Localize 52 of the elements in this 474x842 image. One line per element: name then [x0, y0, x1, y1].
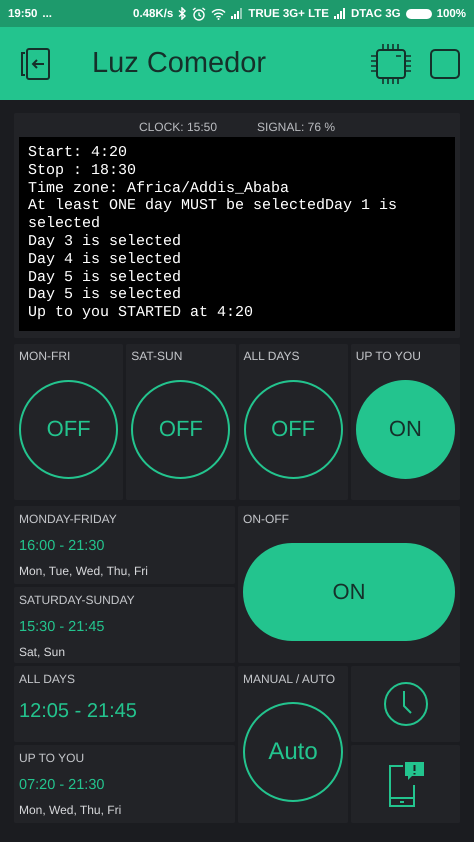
time-range[interactable]: 15:30 - 21:45 [19, 619, 230, 635]
alarm-icon [192, 6, 206, 20]
status-dots: ... [42, 8, 52, 20]
power-button[interactable]: ON [243, 542, 455, 640]
widget-label: ON-OFF [243, 512, 290, 526]
clock-reading: CLOCK: 15:50 [138, 120, 217, 134]
terminal-line: Up to you STARTED at 4:20 [28, 304, 254, 322]
signal-icon [231, 8, 244, 19]
carrier-name: TRUE 3G+ LTE [248, 8, 329, 20]
wifi-icon [211, 8, 226, 20]
terminal-line: Stop : 18:30 [28, 162, 138, 180]
weekdays: Mon, Wed, Thu, Fri [19, 803, 122, 817]
stop-icon[interactable] [430, 48, 460, 78]
signal-reading: SIGNAL: 76 % [257, 120, 336, 134]
toggle-button[interactable]: OFF [19, 380, 118, 478]
weekdays: Sat, Sun [19, 645, 66, 659]
widget-label: UP TO YOU [356, 349, 422, 363]
weekdays: Mon, Tue, Wed, Thu, Fri [19, 564, 149, 578]
terminal-line: Day 4 is selected [28, 250, 182, 269]
signal-icon [334, 8, 346, 19]
bluetooth-icon [178, 7, 188, 20]
terminal-line: Day 3 is selected [28, 232, 182, 251]
phone-notification-icon[interactable] [386, 761, 424, 807]
widget-label: MON-FRI [19, 349, 72, 363]
clock-icon[interactable] [382, 681, 428, 727]
terminal-line: Start: 4:20 [28, 144, 128, 162]
toggle-button[interactable]: OFF [244, 380, 343, 478]
widget-label: MANUAL / AUTO [243, 672, 336, 686]
time-range[interactable]: 07:20 - 21:30 [19, 777, 230, 793]
battery-percent: 100% [436, 8, 466, 20]
carrier-name: DTAC 3G [350, 8, 401, 20]
app-title: Luz Comedor [92, 47, 266, 80]
time-range[interactable]: 16:00 - 21:30 [19, 538, 230, 554]
toggle-button[interactable]: ON [356, 380, 455, 478]
widget-label: SAT-SUN [131, 349, 184, 363]
battery-icon [406, 8, 432, 18]
terminal-line: Day 5 is selected [28, 286, 182, 304]
terminal-line: Time zone: Africa/Addis_Ababa [28, 180, 290, 198]
toggle-button[interactable]: OFF [131, 380, 230, 478]
widget-label: SATURDAY-SUNDAY [19, 593, 136, 607]
network-speed: 0.48K/s [133, 8, 174, 20]
exit-icon[interactable] [20, 46, 52, 80]
terminal-line: At least ONE day MUST be selectedDay 1 is selected [28, 197, 398, 233]
widget-label: UP TO YOU [19, 751, 86, 765]
chip-icon[interactable] [370, 42, 412, 84]
mode-button[interactable]: Auto [243, 702, 343, 802]
terminal-line: Day 5 is selected [28, 268, 182, 286]
time-range[interactable]: 12:05 - 21:45 [19, 700, 230, 723]
status-time: 19:50 [8, 8, 38, 20]
widget-label: MONDAY-FRIDAY [19, 512, 118, 526]
widget-label: ALL DAYS [19, 672, 76, 686]
widget-label: ALL DAYS [244, 349, 301, 363]
